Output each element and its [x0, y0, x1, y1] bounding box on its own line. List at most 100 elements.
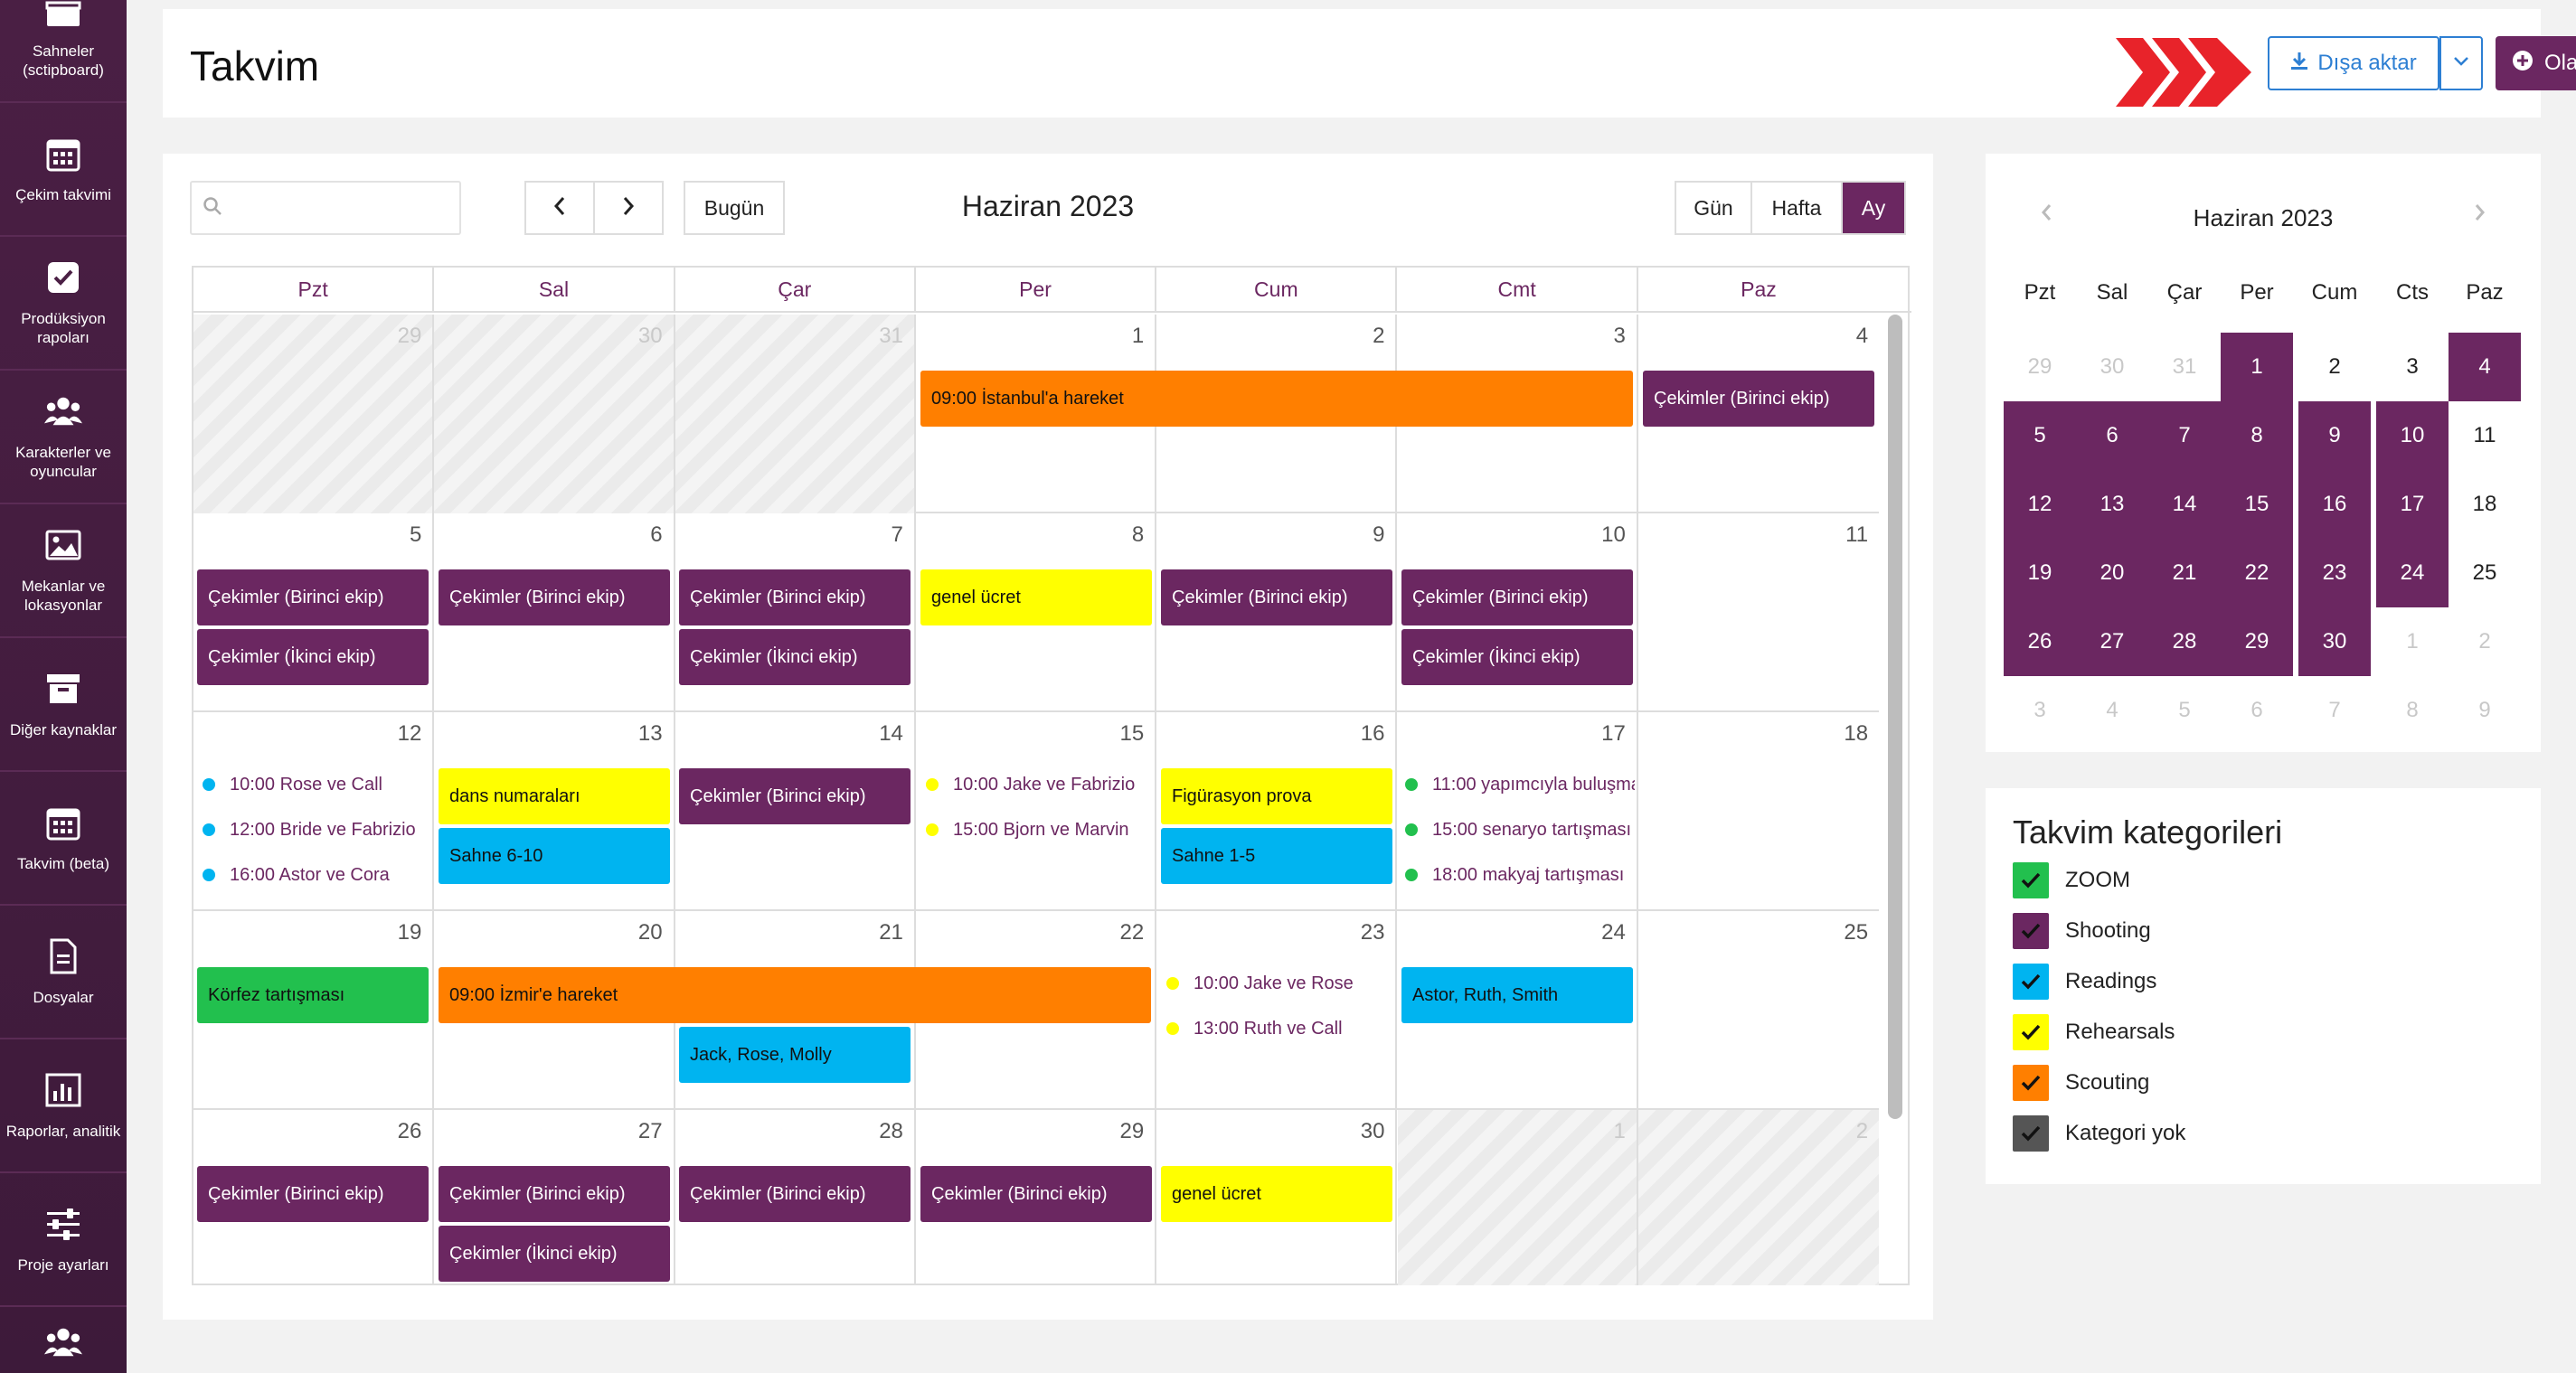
mini-day[interactable]: 21	[2148, 539, 2221, 607]
calendar-event[interactable]: Çekimler (Birinci ekip)	[679, 569, 911, 625]
calendar-event[interactable]: Çekimler (Birinci ekip)	[679, 768, 911, 824]
calendar-event[interactable]: Çekimler (İkinci ekip)	[197, 629, 429, 685]
mini-day[interactable]: 27	[2076, 607, 2148, 676]
mini-day[interactable]: 5	[2148, 676, 2221, 745]
calendar-event[interactable]: Körfez tartışması	[197, 967, 429, 1023]
mini-day[interactable]: 4	[2449, 333, 2521, 401]
calendar-event[interactable]: genel ücret	[920, 569, 1152, 625]
calendar-event-dot[interactable]: 11:00 yapımcıyla buluşma	[1405, 772, 1635, 797]
mini-day[interactable]: 10	[2376, 401, 2449, 470]
category-checkbox[interactable]	[2013, 862, 2049, 898]
sidebar-item-calendar-beta[interactable]: Takvim (beta)	[0, 772, 127, 906]
mini-day[interactable]: 9	[2298, 401, 2371, 470]
sidebar-item-scenes[interactable]: Sahneler (sctipboard)	[0, 0, 127, 103]
category-item[interactable]: ZOOM	[2013, 862, 2130, 898]
calendar-event-dot[interactable]: 18:00 makyaj tartışması	[1405, 862, 1635, 888]
mini-day[interactable]: 26	[2004, 607, 2076, 676]
category-item[interactable]: Readings	[2013, 964, 2156, 1000]
mini-day[interactable]: 13	[2076, 470, 2148, 539]
mini-day[interactable]: 17	[2376, 470, 2449, 539]
calendar-event[interactable]: Çekimler (Birinci ekip)	[920, 1166, 1152, 1222]
mini-day[interactable]: 19	[2004, 539, 2076, 607]
calendar-event-dot[interactable]: 12:00 Bride ve Fabrizio	[203, 817, 429, 842]
calendar-event[interactable]: genel ücret	[1161, 1166, 1392, 1222]
mini-day[interactable]: 20	[2076, 539, 2148, 607]
category-item[interactable]: Kategori yok	[2013, 1115, 2185, 1152]
mini-day[interactable]: 2	[2449, 607, 2521, 676]
day-cell[interactable]: 15	[916, 712, 1157, 911]
mini-day[interactable]: 29	[2221, 607, 2293, 676]
mini-day[interactable]: 30	[2298, 607, 2371, 676]
mini-day[interactable]: 18	[2449, 470, 2521, 539]
export-button[interactable]: Dışa aktar	[2268, 36, 2439, 90]
mini-day[interactable]: 31	[2148, 333, 2221, 401]
mini-day[interactable]: 3	[2004, 676, 2076, 745]
calendar-event[interactable]: Çekimler (İkinci ekip)	[679, 629, 911, 685]
view-month-button[interactable]: Ay	[1843, 183, 1904, 233]
calendar-event[interactable]: Astor, Ruth, Smith	[1401, 967, 1633, 1023]
sidebar-item-production-reports[interactable]: Prodüksiyon rapoları	[0, 237, 127, 371]
category-checkbox[interactable]	[2013, 913, 2049, 949]
day-cell[interactable]: 23	[1156, 911, 1398, 1110]
create-event-button[interactable]: Olay oluştur	[2496, 36, 2576, 90]
category-item[interactable]: Scouting	[2013, 1065, 2149, 1101]
mini-day[interactable]: 25	[2449, 539, 2521, 607]
calendar-event-dot[interactable]: 15:00 Bjorn ve Marvin	[926, 817, 1152, 842]
view-week-button[interactable]: Hafta	[1752, 183, 1843, 233]
calendar-event-dot[interactable]: 13:00 Ruth ve Call	[1166, 1016, 1392, 1041]
mini-day[interactable]: 29	[2004, 333, 2076, 401]
sidebar-item-project-settings[interactable]: Proje ayarları	[0, 1173, 127, 1307]
mini-day[interactable]: 7	[2148, 401, 2221, 470]
mini-day[interactable]: 11	[2449, 401, 2521, 470]
calendar-event[interactable]: Sahne 1-5	[1161, 828, 1392, 884]
sidebar-item-other-resources[interactable]: Diğer kaynaklar	[0, 638, 127, 772]
mini-day[interactable]: 6	[2076, 401, 2148, 470]
calendar-event[interactable]: Çekimler (Birinci ekip)	[1643, 371, 1874, 427]
calendar-event-dot[interactable]: 16:00 Astor ve Cora	[203, 862, 429, 888]
calendar-event[interactable]: Figürasyon prova	[1161, 768, 1392, 824]
mini-day[interactable]: 6	[2221, 676, 2293, 745]
mini-day[interactable]: 16	[2298, 470, 2371, 539]
calendar-event[interactable]: Sahne 6-10	[439, 828, 670, 884]
mini-day[interactable]: 28	[2148, 607, 2221, 676]
calendar-event[interactable]: Çekimler (İkinci ekip)	[1401, 629, 1633, 685]
calendar-event[interactable]: Çekimler (Birinci ekip)	[439, 1166, 670, 1222]
day-cell[interactable]: 11	[1638, 513, 1879, 712]
category-item[interactable]: Rehearsals	[2013, 1014, 2175, 1050]
day-cell[interactable]: 30	[434, 315, 675, 513]
mini-day[interactable]: 23	[2298, 539, 2371, 607]
calendar-event-dot[interactable]: 10:00 Jake ve Fabrizio	[926, 772, 1152, 797]
calendar-event[interactable]: Çekimler (Birinci ekip)	[197, 1166, 429, 1222]
day-cell[interactable]: 29	[193, 315, 435, 513]
mini-day[interactable]: 4	[2076, 676, 2148, 745]
day-cell[interactable]: 1	[1397, 1110, 1638, 1285]
day-cell[interactable]: 25	[1638, 911, 1879, 1110]
category-item[interactable]: Shooting	[2013, 913, 2151, 949]
sidebar-item-files[interactable]: Dosyalar	[0, 906, 127, 1039]
mini-day[interactable]: 8	[2221, 401, 2293, 470]
scrollbar[interactable]	[1884, 315, 1906, 1282]
category-checkbox[interactable]	[2013, 964, 2049, 1000]
day-cell[interactable]: 31	[675, 315, 916, 513]
calendar-event[interactable]: Çekimler (Birinci ekip)	[439, 569, 670, 625]
calendar-event[interactable]: Çekimler (Birinci ekip)	[197, 569, 429, 625]
calendar-event-dot[interactable]: 15:00 senaryo tartışması	[1405, 817, 1635, 842]
mini-day[interactable]: 1	[2221, 333, 2293, 401]
sidebar-item-shooting-schedule[interactable]: Çekim takvimi	[0, 103, 127, 237]
mini-day[interactable]: 14	[2148, 470, 2221, 539]
mini-day[interactable]: 22	[2221, 539, 2293, 607]
calendar-event[interactable]: dans numaraları	[439, 768, 670, 824]
mini-day[interactable]: 8	[2376, 676, 2449, 745]
sidebar-item-team[interactable]	[0, 1307, 127, 1373]
mini-day[interactable]: 5	[2004, 401, 2076, 470]
category-checkbox[interactable]	[2013, 1014, 2049, 1050]
category-checkbox[interactable]	[2013, 1115, 2049, 1152]
sidebar-item-characters[interactable]: Karakterler ve oyuncular	[0, 371, 127, 504]
calendar-event-dot[interactable]: 10:00 Rose ve Call	[203, 772, 429, 797]
export-dropdown-button[interactable]	[2439, 36, 2483, 90]
calendar-event-dot[interactable]: 10:00 Jake ve Rose	[1166, 971, 1392, 996]
calendar-event[interactable]: Çekimler (İkinci ekip)	[439, 1226, 670, 1282]
calendar-event[interactable]: Çekimler (Birinci ekip)	[1161, 569, 1392, 625]
mini-day[interactable]: 12	[2004, 470, 2076, 539]
calendar-event[interactable]: Çekimler (Birinci ekip)	[1401, 569, 1633, 625]
